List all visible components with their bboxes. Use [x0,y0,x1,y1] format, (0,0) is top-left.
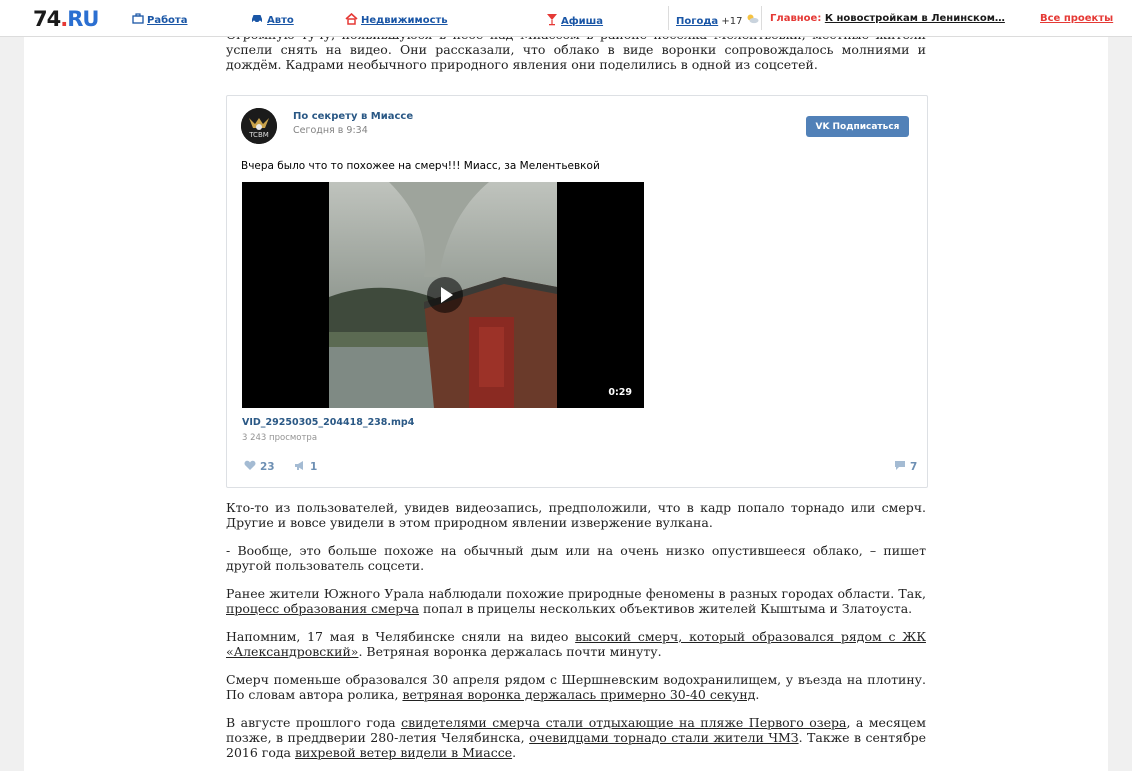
house-icon [345,12,358,28]
headline-link[interactable]: Главное: К новостройкам в Ленинском… [770,13,1005,24]
like-button[interactable]: 23 [244,460,275,474]
play-icon [441,287,453,303]
vk-post-embed: TCBM По секрету в Миассе Сегодня в 9:34 … [226,95,928,488]
comment-icon [894,460,906,474]
top-navigation-bar: 74.RU Работа Авто Недвижимость Афиша Пог… [0,0,1132,37]
subscribe-label: Подписаться [832,121,900,132]
post-time[interactable]: Сегодня в 9:34 [293,125,368,136]
cocktail-icon [546,13,558,29]
nav-link-work[interactable]: Работа [132,13,187,27]
article-paragraph-2: - Вообще, это больше похоже на обычный д… [226,543,926,573]
video-title-link[interactable]: VID_29250305_204418_238.mp4 [242,417,414,428]
nav-label-realty: Недвижимость [361,15,448,26]
car-icon [250,13,264,27]
text-span: . [512,745,517,760]
repost-button[interactable]: 1 [294,460,317,474]
weather-temp: +17 [721,16,743,27]
megaphone-icon [294,460,306,474]
weather-label: Погода [676,16,719,27]
nav-link-auto[interactable]: Авто [250,13,294,27]
text-span: попал в прицелы нескольких объективов жи… [418,601,913,616]
inline-link[interactable]: свидетелями смерча стали отдыхающие на п… [401,715,846,730]
article-paragraph-3: Ранее жители Южного Урала наблюдали похо… [226,586,926,616]
text-span: . [755,687,760,702]
headline-text: К новостройкам в Ленинском… [824,13,1005,24]
comments-count: 7 [910,461,918,473]
headline-label: Главное: [770,13,822,24]
video-player[interactable]: 0:29 [242,182,644,408]
text-span: . Ветряная воронка держалась почти минут… [358,644,662,659]
nav-label-afisha: Афиша [561,15,604,27]
site-logo[interactable]: 74.RU [33,7,99,31]
article-paragraph-5: Смерч поменьше образовался 30 апреля ряд… [226,672,926,702]
nav-link-realty[interactable]: Недвижимость [345,12,448,28]
reposts-count: 1 [310,461,318,473]
logo-number: 74 [33,7,61,31]
heart-icon [244,460,256,474]
page-scrollbar[interactable] [1117,36,1132,771]
weather-widget[interactable]: Погода +17 [676,13,759,27]
article-paragraph-1: Кто-то из пользователей, увидев видеозап… [226,500,926,530]
play-button[interactable] [427,277,463,313]
text-span: Напомним, 17 мая в Челябинске сняли на в… [226,629,576,644]
inline-link[interactable]: вихревой ветер видели в Миассе [295,745,512,760]
partly-cloudy-icon [746,14,759,27]
article-paragraph-intro: Огромную тучу, появившуюся в небе над Ми… [226,36,926,72]
nav-label-work: Работа [147,14,188,26]
avatar[interactable]: TCBM [241,108,277,144]
likes-count: 23 [260,461,275,473]
nav-label-auto: Авто [267,14,294,26]
article-paragraph-6: В августе прошлого года свидетелями смер… [226,715,926,760]
article-paragraph-4: Напомним, 17 мая в Челябинске сняли на в… [226,629,926,659]
briefcase-icon [132,13,144,27]
inline-link[interactable]: процесс образования смерча [226,601,419,616]
nav-divider [761,6,762,30]
post-text: Вчера было что то похожее на смерч!!! Ми… [241,160,600,172]
video-duration: 0:29 [608,387,632,398]
video-views: 3 243 просмотра [242,433,318,443]
comments-button[interactable]: 7 [894,460,917,474]
nav-divider [668,6,669,30]
text-span: В августе прошлого года [226,715,402,730]
avatar-text: TCBM [249,131,269,139]
vk-logo-icon: VK [815,121,830,132]
subscribe-button[interactable]: VK Подписаться [806,116,909,137]
all-projects-link[interactable]: Все проекты [1040,13,1113,24]
inline-link[interactable]: ветряная воронка держалась примерно 30-4… [402,687,755,702]
article-page: Огромную тучу, появившуюся в небе над Ми… [24,36,1108,771]
logo-ru: RU [67,7,99,31]
group-name-link[interactable]: По секрету в Миассе [293,111,413,122]
nav-link-afisha[interactable]: Афиша [546,13,603,29]
text-span: Ранее жители Южного Урала наблюдали похо… [226,586,926,601]
inline-link[interactable]: очевидцами торнадо стали жители ЧМЗ [529,730,798,745]
article-paragraph: Огромную тучу, появившуюся в небе над Ми… [226,36,926,98]
